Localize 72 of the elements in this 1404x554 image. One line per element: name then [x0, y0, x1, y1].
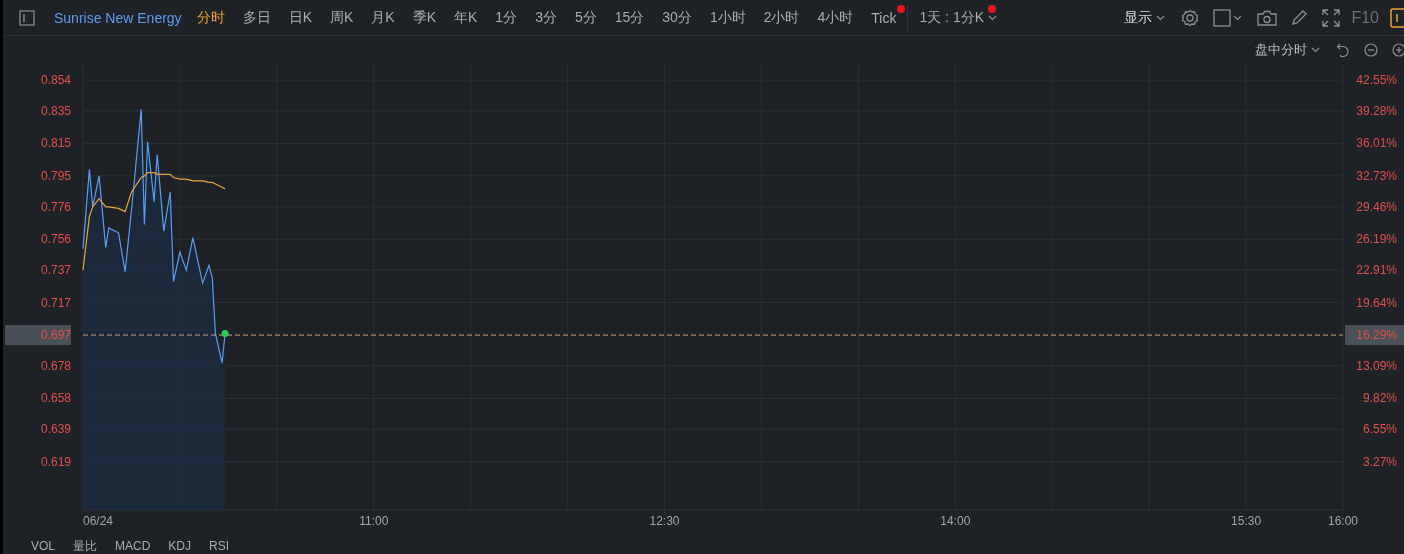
price-tick-label: 0.658 [40, 391, 71, 406]
indicator-tab[interactable]: RSI [203, 538, 236, 554]
period-tab[interactable]: 1分 [486, 4, 527, 31]
stock-name: Sunrise New Energy [54, 9, 182, 26]
percent-tick-label: 6.55% [1362, 422, 1397, 437]
indicator-tab[interactable]: VOL [25, 538, 61, 554]
indicator-tab[interactable]: KDJ [162, 538, 198, 554]
period-tab[interactable]: 2小时 [754, 4, 809, 31]
price-tick-label: 0.737 [40, 263, 71, 278]
last-price-tag: 0.697 [5, 325, 71, 346]
price-tick-label: 0.756 [40, 232, 71, 247]
time-tick-label: 15:30 [1231, 514, 1262, 528]
period-tab[interactable]: 分时 [187, 4, 234, 31]
percent-tick-label: 42.55% [1356, 73, 1397, 88]
period-tab[interactable]: 季K [403, 4, 445, 31]
period-tab[interactable]: 5分 [565, 4, 606, 31]
range-dropdown[interactable]: 1天 : 1分K [910, 4, 1007, 31]
price-tick-label: 0.795 [40, 168, 71, 183]
period-tab[interactable]: 4小时 [808, 4, 863, 31]
price-tick-label: 0.776 [40, 199, 71, 214]
percent-tick-label: 36.01% [1356, 136, 1397, 151]
zoom-out-icon[interactable] [1364, 43, 1378, 57]
caret-icon [988, 14, 998, 21]
indicator-tab[interactable]: MACD [109, 538, 157, 554]
percent-tick-label: 13.09% [1356, 358, 1397, 373]
percent-tick-label: 3.27% [1362, 454, 1397, 469]
percent-tick-label: 26.19% [1356, 232, 1397, 247]
undo-icon[interactable] [1336, 43, 1350, 57]
ref-line-label: 0.697 [40, 328, 72, 343]
price-tick-label: 0.639 [40, 422, 71, 437]
sidebar-toggle-icon[interactable] [19, 9, 35, 26]
time-tick-label: 06/24 [83, 514, 114, 528]
percent-tick-label: 19.64% [1356, 295, 1397, 310]
square-dropdown-icon[interactable] [1213, 8, 1244, 27]
price-tick-label: 0.854 [40, 73, 71, 88]
caret-icon [1156, 14, 1166, 21]
last-percent-tag: 16.29% [1345, 325, 1404, 346]
price-tick-label: 0.678 [40, 358, 71, 373]
percent-tick-label: 9.82% [1362, 391, 1397, 406]
price-tick-label: 0.815 [40, 136, 71, 151]
period-tab[interactable]: 30分 [653, 4, 701, 31]
price-tick-label: 0.835 [40, 103, 71, 118]
last-point-marker [221, 329, 229, 337]
period-tab[interactable]: 15分 [605, 4, 654, 31]
period-tab[interactable]: 月K [362, 4, 404, 31]
period-tab[interactable]: 年K [445, 4, 487, 31]
period-tab[interactable]: 1小时 [700, 4, 755, 31]
price-tick-label: 0.717 [40, 295, 71, 310]
time-tick-label: 12:30 [649, 514, 680, 528]
percent-tick-label: 39.28% [1356, 103, 1397, 118]
percent-tick-label: 22.91% [1356, 263, 1397, 278]
zoom-in-icon[interactable] [1392, 43, 1404, 57]
time-tick-label: 16:00 [1328, 514, 1358, 528]
price-tick-label: 0.619 [40, 454, 71, 469]
panel-toggle-icon[interactable] [1390, 7, 1404, 28]
period-tab[interactable]: 多日 [233, 4, 280, 31]
period-tab[interactable]: Tick [862, 4, 906, 31]
time-tick-label: 11:00 [359, 514, 389, 528]
camera-icon[interactable] [1257, 9, 1278, 26]
mode-dropdown[interactable]: 盘中分时 [1246, 37, 1329, 63]
caret-icon [1311, 47, 1320, 53]
percent-tick-label: 29.46% [1356, 199, 1397, 214]
fullscreen-icon[interactable] [1322, 8, 1341, 27]
period-tab[interactable]: 日K [279, 4, 321, 31]
percent-tick-label: 32.73% [1356, 168, 1397, 183]
pencil-icon[interactable] [1291, 9, 1309, 26]
period-tab[interactable]: 周K [320, 4, 363, 31]
settings-icon[interactable] [1181, 8, 1200, 27]
indicator-tab[interactable]: 量比 [67, 538, 103, 554]
time-tick-label: 14:00 [940, 514, 971, 528]
period-tab[interactable]: 3分 [526, 4, 566, 31]
display-dropdown[interactable]: 显示 [1115, 4, 1175, 31]
